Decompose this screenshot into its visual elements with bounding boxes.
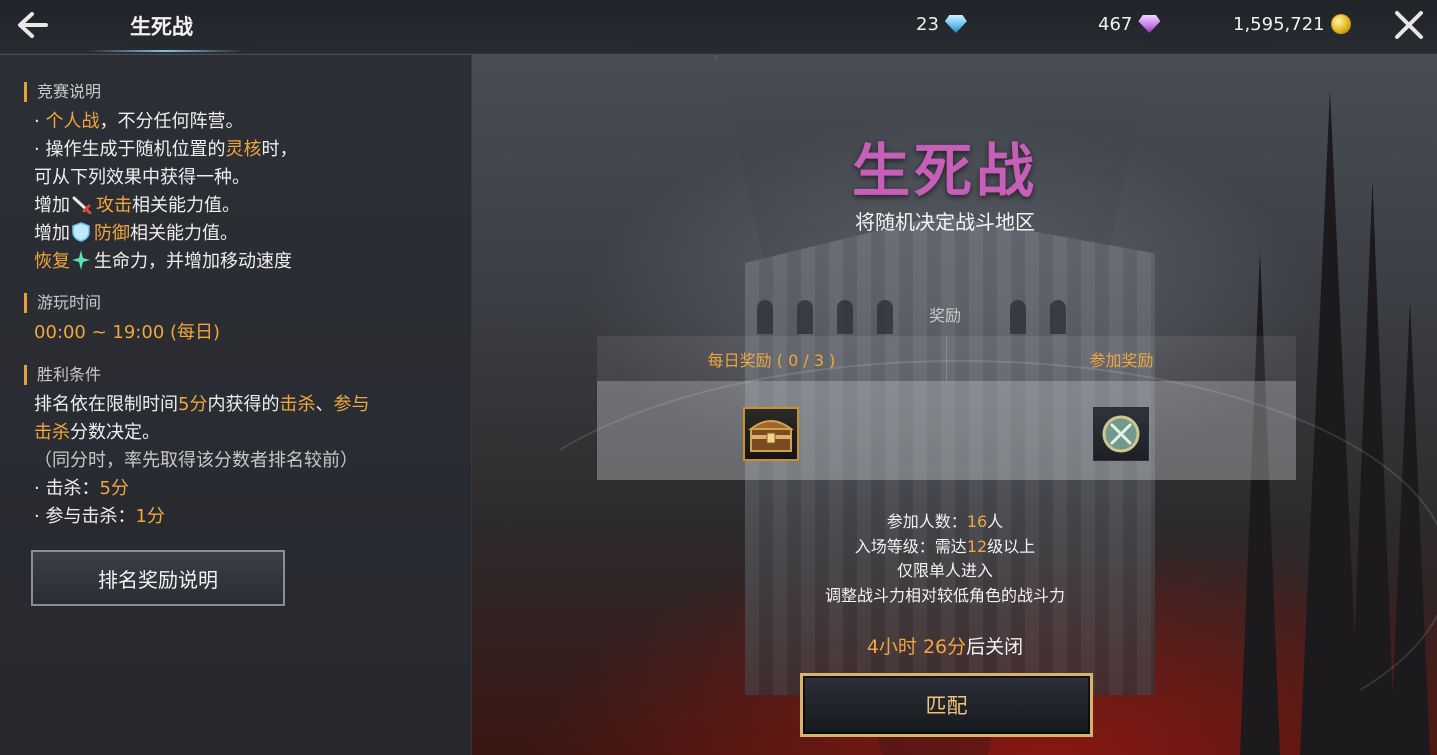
participation-reward-column: 参加奖励 xyxy=(947,336,1296,480)
reward-box: 每日奖励 ( 0 / 3 ) 参加奖励 xyxy=(597,336,1296,480)
treasure-chest-icon xyxy=(748,420,794,452)
power-adjust-info: 调整战斗力相对较低角色的战斗力 xyxy=(824,586,1065,605)
highlight-text: 击杀 xyxy=(279,394,316,415)
gold-coin-icon xyxy=(1330,14,1351,34)
shield-icon xyxy=(72,222,90,250)
title-underline xyxy=(85,50,245,52)
highlight-text: 个人战 xyxy=(45,111,100,132)
rule-text: 时， xyxy=(261,139,298,160)
currency-blue-diamond: 23 xyxy=(916,12,967,36)
rank-reward-info-button[interactable]: 排名奖励说明 xyxy=(31,550,285,606)
participants-count: 16 xyxy=(966,512,988,531)
rule-text: ，不分任何阵营。 xyxy=(99,111,244,132)
rule-text: 内获得的 xyxy=(207,394,280,415)
victory-line-2: 击杀分数决定。 xyxy=(34,420,160,446)
rule-line-3: 可从下列效果中获得一种。 xyxy=(34,167,250,188)
info-text: 入场等级：需达 xyxy=(854,537,967,556)
rule-line-4: 增加 攻击相关能力值。 xyxy=(34,193,240,222)
highlight-text: 灵核 xyxy=(225,139,262,160)
playtime-value: 00:00 ~ 19:00 (每日) xyxy=(34,322,221,343)
rule-line-6: 恢复 生命力，并增加移动速度 xyxy=(34,249,292,278)
blue-diamond-icon xyxy=(944,15,967,33)
highlight-text: 击杀 xyxy=(34,422,70,443)
rule-line-2: · 操作生成于随机位置的灵核时， xyxy=(34,137,297,163)
rule-text: · 击杀： xyxy=(34,478,100,499)
rule-text: 增加 xyxy=(34,195,70,216)
victory-line-4: · 击杀：5分 xyxy=(34,476,129,502)
reward-label: 奖励 xyxy=(928,306,961,325)
rule-line-1: · 个人战，不分任何阵营。 xyxy=(34,109,243,135)
section-heading-playtime: 游玩时间 xyxy=(24,293,101,313)
highlight-text: 参与 xyxy=(333,394,370,415)
heal-sparkle-icon xyxy=(72,250,90,278)
rule-text: 相关能力值。 xyxy=(130,223,238,244)
info-text: 级以上 xyxy=(987,537,1036,556)
rule-text: 增加 xyxy=(34,223,70,244)
back-arrow-icon xyxy=(18,12,48,38)
participation-reward-item[interactable] xyxy=(1093,407,1149,461)
victory-line-5: · 参与击杀：1分 xyxy=(34,504,165,530)
participation-reward-body xyxy=(947,381,1296,480)
purple-diamond-icon xyxy=(1138,15,1161,33)
daily-reward-column: 每日奖励 ( 0 / 3 ) xyxy=(597,336,946,480)
rule-line-5: 增加 防御相关能力值。 xyxy=(34,221,238,250)
section-heading-victory: 胜利条件 xyxy=(24,365,101,385)
rule-text: 生命力，并增加移动速度 xyxy=(94,251,292,272)
bullet: · xyxy=(34,111,46,132)
top-bar: 生死战 23 467 1,595,721 xyxy=(0,0,1437,54)
info-text: 参加人数： xyxy=(886,512,967,531)
currency-gold: 1,595,721 xyxy=(1233,12,1351,36)
rules-panel: 竞赛说明 · 个人战，不分任何阵营。 · 操作生成于随机位置的灵核时， 可从下列… xyxy=(0,55,472,755)
currency-value: 467 xyxy=(1098,13,1133,35)
crossed-swords-medal-icon xyxy=(1102,415,1140,453)
match-button[interactable]: 匹配 xyxy=(800,673,1093,737)
close-countdown: 4小时 26分后关闭 xyxy=(700,632,1190,659)
solo-entry-info: 仅限单人进入 xyxy=(896,561,993,580)
rule-text: · 操作生成于随机位置的 xyxy=(34,139,226,160)
section-heading-rules: 竞赛说明 xyxy=(24,82,101,102)
highlight-text: 1分 xyxy=(135,506,165,527)
countdown-text: 后关闭 xyxy=(966,636,1024,658)
daily-reward-label: 每日奖励 ( 0 / 3 ) xyxy=(597,336,946,381)
info-text: 人 xyxy=(987,512,1004,531)
required-level: 12 xyxy=(966,537,988,556)
daily-reward-item[interactable] xyxy=(743,407,799,461)
currency-value: 23 xyxy=(916,13,939,35)
highlight-text: 攻击 xyxy=(96,195,132,216)
currency-purple-diamond: 467 xyxy=(1098,12,1161,36)
rule-text: 相关能力值。 xyxy=(132,195,240,216)
victory-line-3: （同分时，率先取得该分数者排名较前） xyxy=(34,450,358,471)
highlight-text: 防御 xyxy=(94,223,130,244)
participants-info: 参加人数：16人 xyxy=(700,508,1190,532)
close-icon xyxy=(1395,11,1423,39)
back-button[interactable] xyxy=(14,8,50,42)
mode-subtitle: 将随机决定战斗地区 xyxy=(855,210,1035,234)
level-requirement-info: 入场等级：需达12级以上 xyxy=(700,533,1190,557)
participation-reward-label: 参加奖励 xyxy=(947,336,1296,381)
currency-value: 1,595,721 xyxy=(1233,13,1325,35)
rule-text: · 参与击杀： xyxy=(34,506,136,527)
sword-icon xyxy=(72,196,92,222)
countdown-time: 4小时 26分 xyxy=(866,636,967,658)
highlight-text: 5分 xyxy=(99,478,129,499)
daily-reward-body xyxy=(597,381,946,480)
close-button[interactable] xyxy=(1392,8,1426,42)
victory-line-1: 排名依在限制时间5分内获得的击杀、参与 xyxy=(34,392,369,418)
highlight-text: 5分 xyxy=(178,394,208,415)
rule-text: 分数决定。 xyxy=(70,422,160,443)
rule-text: 排名依在限制时间 xyxy=(34,394,178,415)
rule-text: 、 xyxy=(315,394,334,415)
mode-title: 生死战 xyxy=(851,137,1038,205)
highlight-text: 恢复 xyxy=(34,251,70,272)
page-title: 生死战 xyxy=(130,15,193,39)
